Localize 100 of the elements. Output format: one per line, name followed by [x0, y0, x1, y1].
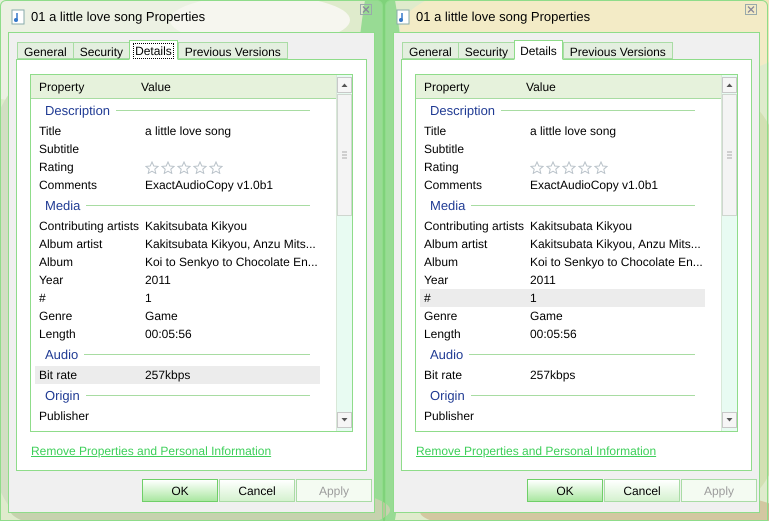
property-name: Subtitle — [423, 141, 466, 158]
property-row[interactable]: Contributing artists Kakitsubata Kikyou — [35, 217, 320, 235]
property-row[interactable]: Length 00:05:56 — [420, 325, 705, 343]
property-value: 00:05:56 — [530, 326, 577, 343]
property-name: # — [423, 290, 432, 307]
property-value: 2011 — [530, 272, 556, 289]
property-row[interactable]: Subtitle — [35, 140, 320, 158]
tab[interactable]: Details — [129, 40, 178, 60]
property-value: 1 — [145, 290, 152, 307]
tab[interactable]: Security — [72, 42, 130, 59]
property-name: Title — [423, 123, 448, 140]
property-row[interactable]: Contributing artists Kakitsubata Kikyou — [420, 217, 705, 235]
property-row[interactable]: Title a little love song — [420, 122, 705, 140]
column-header[interactable]: Value — [526, 78, 556, 96]
property-name: Subtitle — [38, 141, 80, 158]
property-row[interactable]: Subtitle — [420, 140, 705, 158]
tab[interactable]: Previous Versions — [562, 42, 673, 59]
dialog-button[interactable]: OK — [142, 479, 218, 502]
property-row[interactable]: Rating — [420, 158, 705, 176]
property-row[interactable]: Publisher — [35, 407, 320, 425]
property-name: Bit rate — [38, 367, 78, 384]
property-value: a little love song — [530, 123, 616, 140]
column-header[interactable]: Property — [416, 78, 526, 96]
section-heading: Audio — [430, 346, 464, 364]
property-value: 257kbps — [145, 367, 190, 384]
property-row[interactable]: Comments ExactAudioCopy v1.0b1 — [35, 176, 320, 194]
property-value: 257kbps — [530, 367, 576, 384]
star-icon — [209, 160, 223, 174]
property-name: Album — [38, 254, 74, 271]
scroll-thumb-icon — [337, 94, 352, 216]
property-row[interactable]: Year 2011 — [420, 271, 705, 289]
scrollbar[interactable] — [336, 75, 352, 431]
property-name: Genre — [423, 308, 458, 325]
star-icon — [546, 160, 560, 174]
dialog-button[interactable]: Cancel — [219, 479, 295, 502]
property-row[interactable]: Comments ExactAudioCopy v1.0b1 — [420, 176, 705, 194]
property-row[interactable]: Album Koi to Senkyo to Chocolate En... — [420, 253, 705, 271]
property-value: a little love song — [145, 123, 232, 140]
property-name: Rating — [423, 159, 460, 176]
tab[interactable]: General — [17, 42, 74, 59]
property-row[interactable]: Genre Game — [420, 307, 705, 325]
audio-file-icon — [396, 8, 410, 24]
property-row[interactable]: Title a little love song — [35, 122, 320, 140]
property-row[interactable]: Album artist Kakitsubata Kikyou, Anzu Mits... — [35, 235, 320, 253]
property-row[interactable]: Bit rate 257kbps — [35, 366, 320, 384]
section-heading: Origin — [45, 386, 80, 405]
property-name: # — [38, 290, 47, 307]
property-name: Bit rate — [423, 367, 464, 384]
star-icon — [578, 160, 592, 174]
tab[interactable]: Previous Versions — [178, 42, 288, 59]
property-row[interactable]: Length 00:05:56 — [35, 325, 320, 343]
property-row[interactable]: Album Koi to Senkyo to Chocolate En... — [35, 253, 320, 271]
property-row[interactable]: Rating — [35, 158, 320, 176]
property-value: 00:05:56 — [145, 326, 192, 343]
dialog-button[interactable]: OK — [527, 479, 603, 502]
property-name: Comments — [423, 177, 484, 194]
property-value: Kakitsubata Kikyou — [145, 218, 248, 235]
property-row[interactable]: # 1 — [420, 289, 705, 307]
property-name: Contributing artists — [38, 218, 140, 235]
property-name: Length — [423, 326, 462, 343]
property-row[interactable]: # 1 — [35, 289, 320, 307]
property-row[interactable]: Year 2011 — [35, 271, 320, 289]
tab[interactable]: Details — [514, 40, 563, 60]
property-name: Year — [38, 272, 64, 289]
dialog-button[interactable]: Cancel — [604, 479, 680, 502]
column-header[interactable]: Property — [31, 78, 141, 96]
column-header[interactable]: Value — [141, 78, 171, 96]
property-name: Title — [38, 123, 62, 140]
property-row[interactable]: Album artist Kakitsubata Kikyou, Anzu Mits... — [420, 235, 705, 253]
tab[interactable]: General — [402, 42, 459, 59]
property-value: Koi to Senkyo to Chocolate En... — [145, 254, 318, 271]
scroll-up-icon — [722, 77, 737, 93]
property-name: Publisher — [38, 408, 90, 425]
close-icon — [360, 4, 372, 15]
property-value: ExactAudioCopy v1.0b1 — [530, 177, 658, 194]
section-heading: Origin — [430, 386, 465, 405]
star-icon — [594, 160, 608, 174]
scroll-thumb-icon — [722, 94, 737, 216]
property-value: 1 — [530, 290, 537, 307]
property-value: Game — [530, 308, 563, 325]
scrollbar[interactable] — [721, 75, 737, 431]
star-icon — [562, 160, 576, 174]
property-value: Kakitsubata Kikyou, Anzu Mits... — [530, 236, 701, 253]
property-row[interactable]: Publisher — [420, 407, 705, 425]
property-name: Album artist — [38, 236, 104, 253]
property-row[interactable]: Genre Game — [35, 307, 320, 325]
window-title: 01 a little love song Properties — [416, 8, 590, 26]
tab[interactable]: Security — [458, 42, 516, 59]
scroll-down-icon — [722, 412, 737, 428]
section-heading: Media — [45, 196, 80, 215]
property-name: Year — [423, 272, 450, 289]
property-row[interactable]: Bit rate 257kbps — [420, 366, 705, 384]
section-heading: Description — [45, 102, 110, 120]
section-heading: Audio — [45, 346, 78, 364]
property-name: Album — [423, 254, 460, 271]
window-title: 01 a little love song Properties — [31, 8, 206, 26]
audio-file-icon — [11, 8, 25, 24]
property-name: Album artist — [423, 236, 488, 253]
scroll-up-icon — [337, 77, 352, 93]
property-name: Comments — [38, 177, 98, 194]
